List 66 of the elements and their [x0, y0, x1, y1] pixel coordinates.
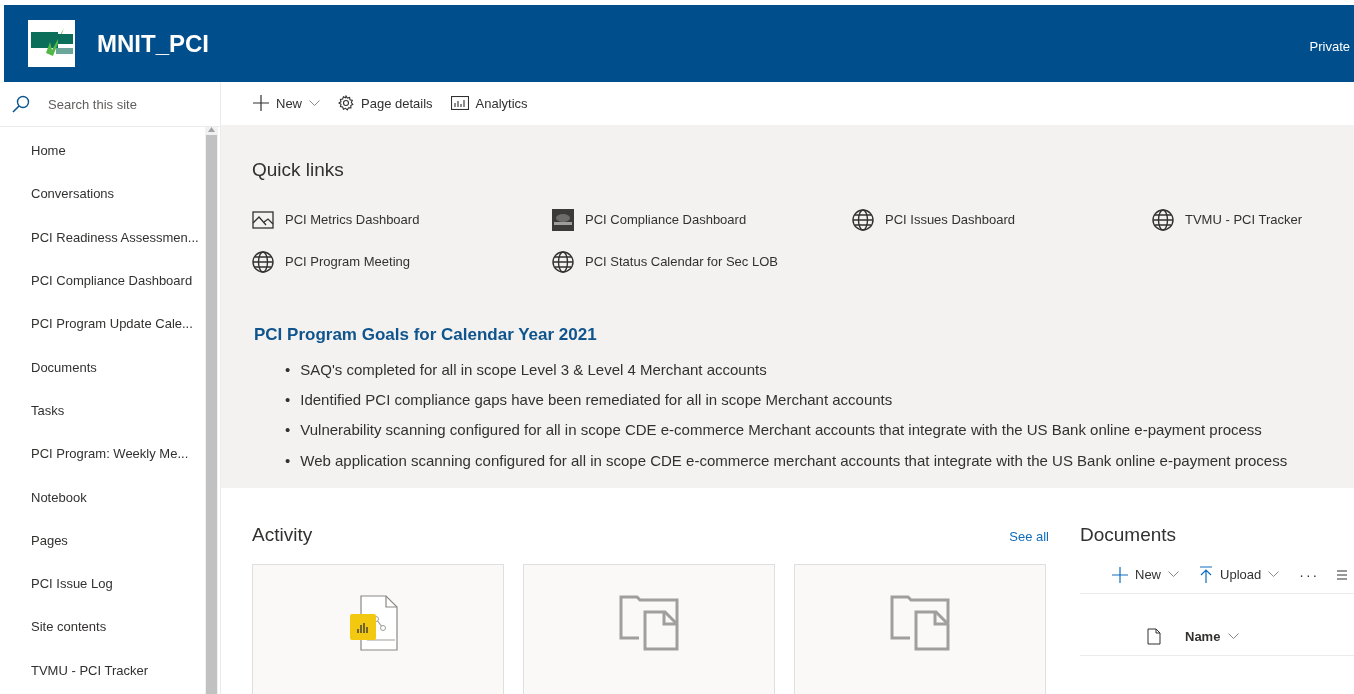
- nav-link[interactable]: PCI Issue Log: [0, 561, 205, 606]
- plus-icon: [1112, 566, 1128, 583]
- goals-heading: PCI Program Goals for Calendar Year 2021: [254, 324, 598, 345]
- nav-link[interactable]: Tasks: [0, 388, 205, 433]
- more-button[interactable]: ···: [1297, 566, 1322, 583]
- nav-link[interactable]: Documents: [0, 345, 205, 389]
- analytics-icon: [450, 96, 469, 111]
- goal-text: Identified PCI compliance gaps have been remediated for all in scope Merchant accounts: [300, 390, 893, 411]
- goal-text: SAQ's completed for all in scope Level 3 & Level 4 Merchant accounts: [300, 359, 767, 380]
- goal-text: Web application scanning configured for all in scope CDE e-commerce merchant accounts that integrate with the US Bank online e-payment process: [300, 450, 1288, 471]
- folder-file-icon: [890, 595, 950, 651]
- globe-icon: [1152, 208, 1174, 231]
- nav-link[interactable]: PCI Compliance Dashboard: [0, 258, 205, 303]
- nav-link[interactable]: Notebook: [0, 475, 205, 519]
- quick-link[interactable]: PCI Status Calendar for Sec LOB: [552, 250, 852, 273]
- privacy-label: Private: [1309, 38, 1351, 54]
- activity-card[interactable]: [794, 564, 1046, 694]
- bullet-mark: •: [285, 450, 291, 471]
- section-heading: Quick links: [252, 158, 345, 181]
- nav-link[interactable]: Conversations: [0, 172, 205, 216]
- section-heading: Activity: [252, 524, 313, 546]
- section-heading: Documents: [1080, 524, 1178, 546]
- scroll-up-icon[interactable]: [208, 127, 215, 132]
- nav-link[interactable]: PCI Program Update Cale...: [0, 302, 205, 346]
- chevron-down-icon: [1268, 571, 1280, 578]
- command-button[interactable]: New: [251, 95, 322, 112]
- gear-icon: [338, 95, 354, 112]
- nav-link[interactable]: PCI Program: Weekly Me...: [0, 432, 205, 476]
- search-field[interactable]: Search this site: [46, 95, 200, 113]
- quick-link[interactable]: PCI Program Meeting: [252, 250, 552, 273]
- command-button[interactable]: Analytics: [448, 95, 530, 111]
- toolbar-button[interactable]: New: [1110, 566, 1181, 583]
- bullet-mark: •: [285, 420, 291, 441]
- goal-text: Vulnerability scanning configured for all in scope CDE e-commerce Merchant accounts that integrate with the US Bank online e-payment process: [300, 420, 1262, 441]
- plus-icon: [253, 95, 269, 112]
- toolbar-button[interactable]: Upload: [1197, 566, 1282, 583]
- nav-link[interactable]: Site contents: [0, 605, 205, 649]
- chevron-down-icon: [1228, 633, 1240, 640]
- quick-link[interactable]: PCI Metrics Dashboard: [252, 208, 552, 231]
- upload-icon: [1199, 566, 1213, 583]
- chevron-down-icon: [309, 99, 320, 107]
- site-title[interactable]: MNIT_PCI: [97, 29, 209, 58]
- nav-link[interactable]: PCI Readiness Assessmen...: [0, 215, 205, 259]
- quick-link[interactable]: PCI Compliance Dashboard: [552, 208, 852, 231]
- activity-card[interactable]: [523, 564, 775, 694]
- nav-link[interactable]: TVMU - PCI Tracker: [0, 648, 205, 692]
- scrollbar[interactable]: [205, 127, 218, 694]
- folder-file-icon: [619, 595, 679, 651]
- file-type-icon: [1147, 628, 1161, 645]
- bullet-mark: •: [285, 359, 291, 380]
- quick-link[interactable]: PCI Issues Dashboard: [852, 208, 1152, 231]
- command-button[interactable]: Page details: [336, 95, 435, 112]
- chevron-down-icon: [1168, 571, 1179, 578]
- image-icon: [252, 210, 274, 229]
- nav-link[interactable]: Pages: [0, 518, 205, 562]
- search-icon: [12, 95, 30, 113]
- nav-link[interactable]: Home: [0, 129, 205, 173]
- bullet-mark: •: [285, 390, 291, 411]
- globe-icon: [852, 208, 874, 231]
- see-all-link[interactable]: See all: [1009, 529, 1049, 544]
- globe-icon: [552, 250, 574, 273]
- activity-card[interactable]: [252, 564, 504, 694]
- view-list-icon[interactable]: [1337, 568, 1348, 581]
- globe-icon: [252, 250, 274, 273]
- quick-link[interactable]: TVMU - PCI Tracker: [1152, 208, 1352, 231]
- column-header[interactable]: Name: [1183, 629, 1242, 644]
